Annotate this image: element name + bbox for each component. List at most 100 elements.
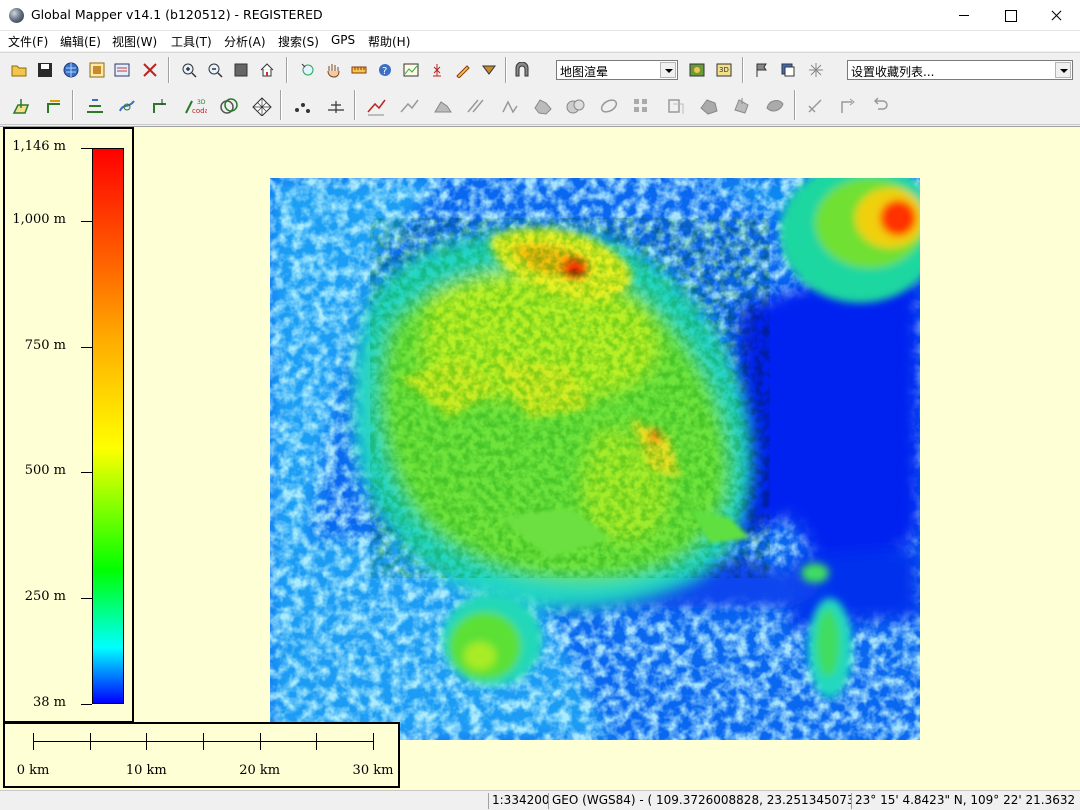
3d-view-icon[interactable] (510, 58, 533, 81)
crop-icon[interactable] (760, 90, 789, 121)
toolbar-separator (168, 57, 170, 83)
status-projection: GEO (WGS84) - ( 109.3726008828, 23.25134… (548, 793, 851, 809)
scale-tick (33, 733, 34, 750)
path-profile-icon[interactable] (399, 58, 422, 81)
create-line-icon[interactable] (40, 90, 69, 121)
legend-label: 250 m (24, 588, 66, 604)
scale-tick (203, 733, 204, 750)
toolbar-separator (505, 57, 507, 83)
cut-fill-icon[interactable] (477, 58, 500, 81)
tools-icon[interactable] (138, 58, 161, 81)
split-line-icon[interactable] (461, 90, 490, 121)
menu-analysis[interactable]: 分析(A) (224, 33, 266, 50)
delete-vertex-icon[interactable] (394, 90, 423, 121)
full-view-icon[interactable] (229, 58, 252, 81)
minimize-button[interactable] (941, 0, 987, 31)
config-icon[interactable] (110, 58, 133, 81)
scale-tick (89, 733, 91, 750)
scale-bar: 0 km 10 km 20 km 30 km (3, 722, 400, 788)
undo-icon[interactable] (866, 90, 895, 121)
digitizer-icon[interactable] (451, 58, 474, 81)
elevation-color-ramp (92, 148, 124, 704)
menu-search[interactable]: 搜索(S) (278, 33, 319, 50)
reshape-icon[interactable] (112, 90, 141, 121)
feature-array-icon[interactable] (627, 90, 656, 121)
control-center-icon[interactable] (85, 58, 108, 81)
chevron-down-icon[interactable] (660, 62, 676, 78)
open-folder-icon[interactable] (8, 58, 31, 81)
legend-label: 500 m (24, 463, 66, 479)
smooth-icon[interactable] (727, 90, 756, 121)
buffer-icon[interactable] (661, 90, 690, 121)
3d-shader-icon[interactable]: 3D (712, 58, 735, 81)
feature-info-icon[interactable]: ? (373, 58, 396, 81)
zoom-in-icon[interactable] (177, 58, 200, 81)
scale-tick (373, 733, 374, 750)
toolbar-separator (286, 57, 288, 83)
menu-help[interactable]: 帮助(H) (368, 33, 410, 50)
zoom-out-icon[interactable] (203, 58, 226, 81)
intersect-areas-icon[interactable] (561, 90, 590, 121)
feature-up-icon[interactable] (834, 90, 863, 121)
toolbar-separator (794, 90, 796, 120)
menu-view[interactable]: 视图(W) (112, 33, 157, 50)
home-icon[interactable] (255, 58, 278, 81)
save-icon[interactable] (33, 58, 56, 81)
shader-select[interactable]: 地图渲晕 (556, 60, 678, 80)
scale-label: 30 km (352, 763, 394, 778)
digitizer-toolbar: coda 3D (0, 87, 1080, 125)
flag-icon[interactable] (750, 58, 773, 81)
online-data-globe-icon[interactable] (59, 58, 82, 81)
pan-hand-icon[interactable] (321, 58, 344, 81)
title-bar: Global Mapper v14.1 (b120512) - REGISTER… (0, 0, 1080, 31)
svg-text:coda: coda (192, 107, 207, 115)
menu-file[interactable]: 文件(F) (8, 33, 48, 50)
legend-tick (81, 346, 92, 348)
window-title: Global Mapper v14.1 (b120512) - REGISTER… (31, 7, 323, 22)
join-line-icon[interactable] (495, 90, 524, 121)
grid-star-icon[interactable] (804, 58, 827, 81)
legend-label: 38 m (32, 695, 66, 710)
zoom-tool-icon[interactable] (296, 58, 319, 81)
menu-gps[interactable]: GPS (331, 33, 355, 47)
create-area-icon[interactable] (7, 90, 36, 121)
measure-line-icon[interactable] (321, 90, 350, 121)
main-toolbar: ? 地图渲晕 3D 设置收藏列表... (0, 52, 1080, 87)
scale-label: 10 km (125, 763, 167, 778)
chevron-down-icon[interactable] (1055, 62, 1071, 78)
elevation-raster[interactable] (270, 178, 920, 740)
point-feature-icon[interactable] (287, 90, 316, 121)
simplify-icon[interactable] (694, 90, 723, 121)
split-area-icon[interactable] (428, 90, 457, 121)
maximize-button[interactable] (987, 0, 1033, 31)
measure-icon[interactable] (347, 58, 370, 81)
scale-tick (259, 733, 261, 750)
view-shed-icon[interactable] (425, 58, 448, 81)
map-view[interactable] (0, 126, 1080, 790)
legend-tick (81, 597, 92, 599)
status-bar: 1:334200 GEO (WGS84) - ( 109.3726008828,… (0, 790, 1080, 810)
vertex-edit-icon[interactable] (361, 90, 390, 121)
overlap-circles-icon[interactable] (214, 90, 243, 121)
svg-text:3D: 3D (719, 66, 729, 74)
legend-label: 1,000 m (12, 212, 66, 228)
legend-tick (81, 472, 92, 474)
grid-icon[interactable] (247, 90, 276, 121)
edit-vertex-icon[interactable] (80, 90, 109, 121)
scale-label: 20 km (239, 763, 281, 778)
scale-tick (316, 733, 318, 750)
rotate-feature-icon[interactable] (594, 90, 623, 121)
layer-stack-icon[interactable] (776, 58, 799, 81)
menu-tools[interactable]: 工具(T) (171, 33, 212, 50)
menu-edit[interactable]: 编辑(E) (60, 33, 101, 50)
combine-areas-icon[interactable] (528, 90, 557, 121)
configure-shader-icon[interactable] (685, 58, 708, 81)
coda-3d-icon[interactable]: coda 3D (180, 90, 209, 121)
create-range-ring-icon[interactable] (146, 90, 175, 121)
globe-icon (9, 8, 24, 23)
close-button[interactable] (1033, 0, 1079, 31)
move-feature-icon[interactable] (801, 90, 830, 121)
legend-label: 750 m (24, 337, 66, 353)
toolbar-separator (742, 57, 744, 83)
favorites-select[interactable]: 设置收藏列表... (847, 60, 1073, 80)
